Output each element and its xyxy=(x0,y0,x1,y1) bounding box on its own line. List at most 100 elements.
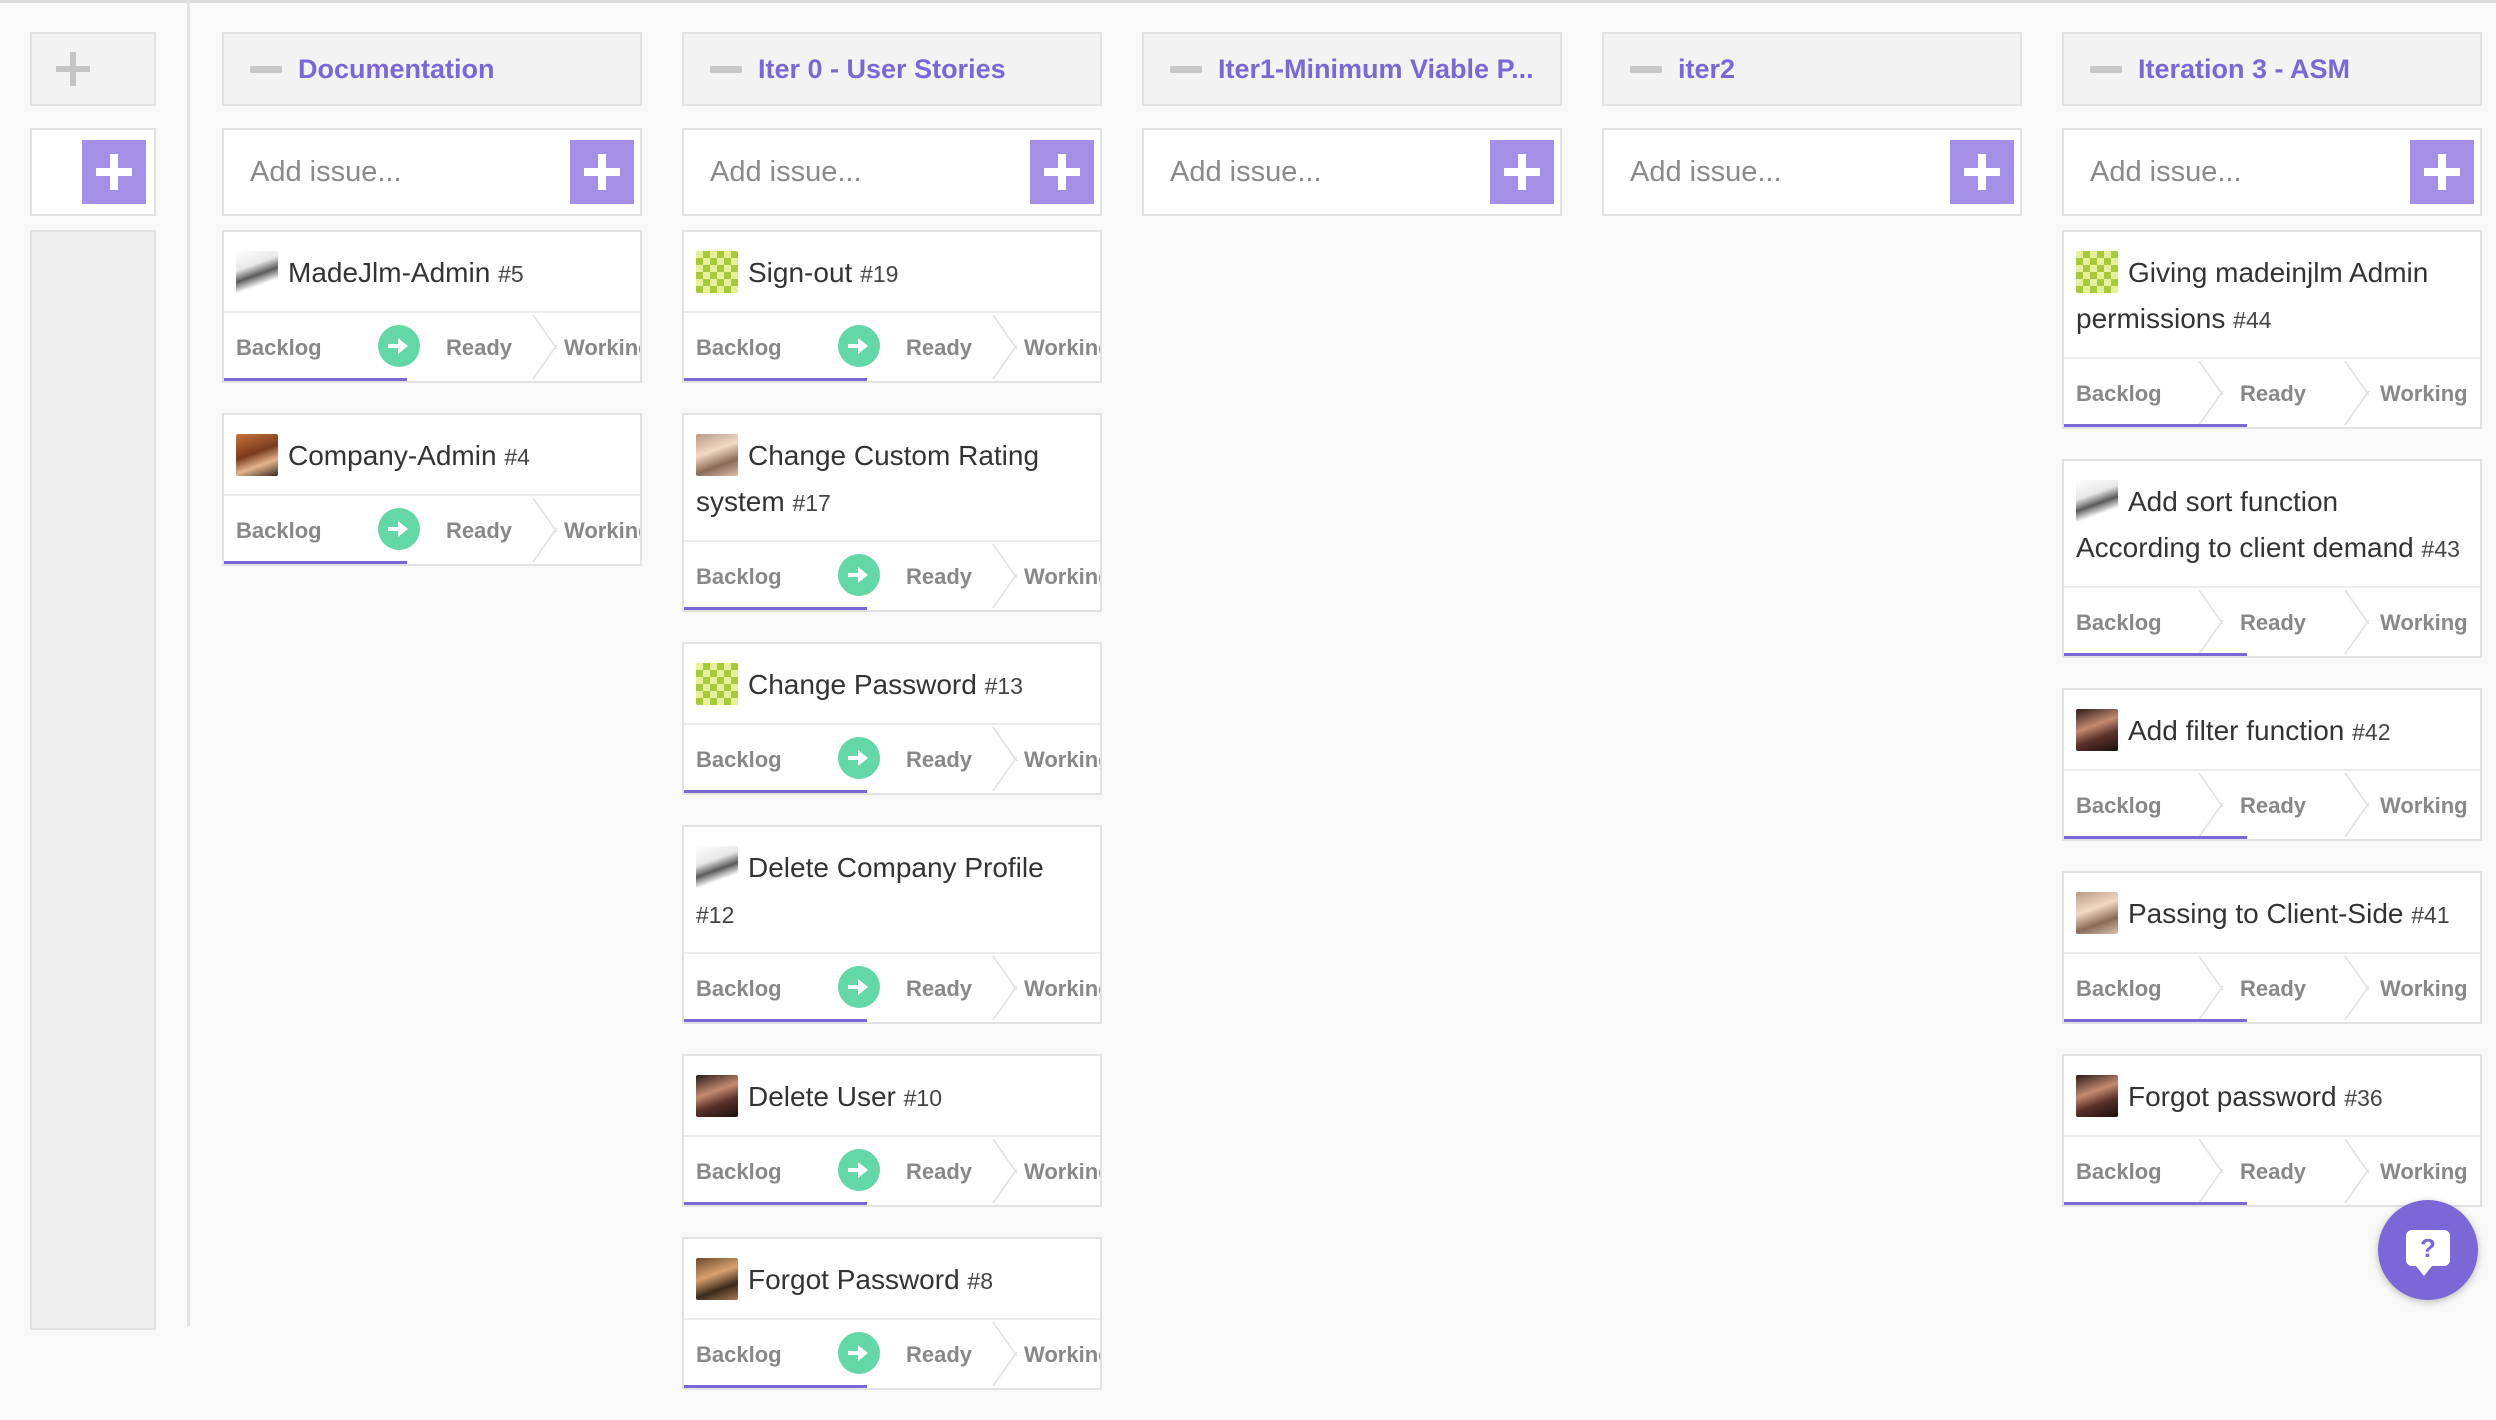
progress-bar xyxy=(684,1202,867,1205)
step-backlog[interactable]: Backlog xyxy=(696,747,782,773)
column-header[interactable]: Documentation xyxy=(222,32,642,106)
step-ready[interactable]: Ready xyxy=(906,564,972,590)
add-issue-button[interactable] xyxy=(1950,140,2014,204)
add-issue-button[interactable] xyxy=(1490,140,1554,204)
issue-card[interactable]: Delete User #10 Backlog Ready Working xyxy=(682,1054,1102,1207)
collapse-icon[interactable] xyxy=(250,65,282,73)
issue-card[interactable]: Delete Company Profile #12 Backlog Ready … xyxy=(682,825,1102,1024)
column-header[interactable]: Iter1-Minimum Viable P... xyxy=(1142,32,1562,106)
plus-icon[interactable] xyxy=(56,52,90,86)
advance-arrow-icon[interactable] xyxy=(838,737,880,779)
step-ready[interactable]: Ready xyxy=(906,747,972,773)
add-issue-input[interactable] xyxy=(2088,154,2392,190)
collapse-icon[interactable] xyxy=(710,65,742,73)
step-working[interactable]: Working xyxy=(1024,564,1100,590)
step-ready[interactable]: Ready xyxy=(906,335,972,361)
step-ready[interactable]: Ready xyxy=(906,1342,972,1368)
step-backlog[interactable]: Backlog xyxy=(2076,381,2162,407)
advance-arrow-icon[interactable] xyxy=(838,1332,880,1374)
advance-arrow-icon[interactable] xyxy=(838,325,880,367)
column-header[interactable]: Iteration 3 - ASM xyxy=(2062,32,2482,106)
issue-card[interactable]: Forgot password #36 Backlog Ready Workin… xyxy=(2062,1054,2482,1207)
collapse-icon[interactable] xyxy=(2090,65,2122,73)
status-steps: Backlog Ready Working xyxy=(684,540,1100,610)
collapsed-column xyxy=(30,32,156,1330)
issue-card[interactable]: Forgot Password #8 Backlog Ready Working xyxy=(682,1237,1102,1390)
step-backlog[interactable]: Backlog xyxy=(696,335,782,361)
step-backlog[interactable]: Backlog xyxy=(236,335,322,361)
chevron-separator xyxy=(2196,1139,2236,1203)
issue-card[interactable]: MadeJlm-Admin #5 Backlog Ready Working xyxy=(222,230,642,383)
step-backlog[interactable]: Backlog xyxy=(2076,793,2162,819)
step-ready[interactable]: Ready xyxy=(2240,610,2306,636)
step-working[interactable]: Working xyxy=(2380,1159,2468,1185)
issue-title: Change Password xyxy=(748,669,977,700)
add-issue-button[interactable] xyxy=(1030,140,1094,204)
step-ready[interactable]: Ready xyxy=(906,976,972,1002)
issue-card[interactable]: Sign-out #19 Backlog Ready Working xyxy=(682,230,1102,383)
step-ready[interactable]: Ready xyxy=(906,1159,972,1185)
step-backlog[interactable]: Backlog xyxy=(2076,610,2162,636)
step-backlog[interactable]: Backlog xyxy=(236,518,322,544)
collapse-icon[interactable] xyxy=(1170,65,1202,73)
add-issue-input[interactable] xyxy=(708,154,1012,190)
step-working[interactable]: Working xyxy=(1024,1342,1100,1368)
progress-bar xyxy=(2064,424,2247,427)
advance-arrow-icon[interactable] xyxy=(378,325,420,367)
step-working[interactable]: Working xyxy=(2380,381,2468,407)
add-issue-button[interactable] xyxy=(2410,140,2474,204)
step-working[interactable]: Working xyxy=(1024,335,1100,361)
step-backlog[interactable]: Backlog xyxy=(696,976,782,1002)
step-ready[interactable]: Ready xyxy=(446,518,512,544)
issue-card[interactable]: Add sort function According to client de… xyxy=(2062,459,2482,658)
add-issue-input[interactable] xyxy=(248,154,552,190)
step-working[interactable]: Working xyxy=(1024,747,1100,773)
advance-arrow-icon[interactable] xyxy=(838,1149,880,1191)
advance-arrow-icon[interactable] xyxy=(838,554,880,596)
sketch-avatar-icon xyxy=(236,250,278,293)
issue-card[interactable]: Change Custom Rating system #17 Backlog … xyxy=(682,413,1102,612)
collapse-icon[interactable] xyxy=(1630,65,1662,73)
step-working[interactable]: Working xyxy=(564,518,640,544)
help-chat-button[interactable]: ? xyxy=(2378,1200,2478,1300)
column-header[interactable]: iter2 xyxy=(1602,32,2022,106)
step-backlog[interactable]: Backlog xyxy=(696,1342,782,1368)
progress-bar xyxy=(684,1385,867,1388)
step-working[interactable]: Working xyxy=(2380,793,2468,819)
step-ready[interactable]: Ready xyxy=(2240,793,2306,819)
issue-card[interactable]: Passing to Client-Side #41 Backlog Ready… xyxy=(2062,871,2482,1024)
issue-card[interactable]: Add filter function #42 Backlog Ready Wo… xyxy=(2062,688,2482,841)
status-steps: Backlog Ready Working xyxy=(684,311,1100,381)
issue-card[interactable]: Change Password #13 Backlog Ready Workin… xyxy=(682,642,1102,795)
add-button[interactable] xyxy=(82,140,146,204)
step-backlog[interactable]: Backlog xyxy=(2076,1159,2162,1185)
step-working[interactable]: Working xyxy=(1024,1159,1100,1185)
step-ready[interactable]: Ready xyxy=(2240,381,2306,407)
column-header[interactable]: Iter 0 - User Stories xyxy=(682,32,1102,106)
top-border xyxy=(0,0,2496,3)
step-backlog[interactable]: Backlog xyxy=(696,1159,782,1185)
add-issue-input[interactable] xyxy=(1168,154,1472,190)
step-ready[interactable]: Ready xyxy=(2240,1159,2306,1185)
step-working[interactable]: Working xyxy=(564,335,640,361)
step-working[interactable]: Working xyxy=(2380,976,2468,1002)
step-ready[interactable]: Ready xyxy=(2240,976,2306,1002)
issue-card[interactable]: Company-Admin #4 Backlog Ready Working xyxy=(222,413,642,566)
issue-number: #43 xyxy=(2421,536,2460,562)
collapsed-column-header[interactable] xyxy=(30,32,156,106)
step-working[interactable]: Working xyxy=(1024,976,1100,1002)
step-backlog[interactable]: Backlog xyxy=(696,564,782,590)
add-issue-input[interactable] xyxy=(1628,154,1932,190)
help-icon: ? xyxy=(2406,1230,2450,1276)
step-backlog[interactable]: Backlog xyxy=(2076,976,2162,1002)
advance-arrow-icon[interactable] xyxy=(378,508,420,550)
step-working[interactable]: Working xyxy=(2380,610,2468,636)
status-steps: Backlog Ready Working xyxy=(684,1318,1100,1388)
advance-arrow-icon[interactable] xyxy=(838,966,880,1008)
step-ready[interactable]: Ready xyxy=(446,335,512,361)
issue-number: #8 xyxy=(967,1268,994,1294)
column-title: iter2 xyxy=(1678,53,1736,84)
issue-card[interactable]: Giving madeinjlm Admin permissions #44 B… xyxy=(2062,230,2482,429)
progress-bar xyxy=(2064,836,2247,839)
add-issue-button[interactable] xyxy=(570,140,634,204)
